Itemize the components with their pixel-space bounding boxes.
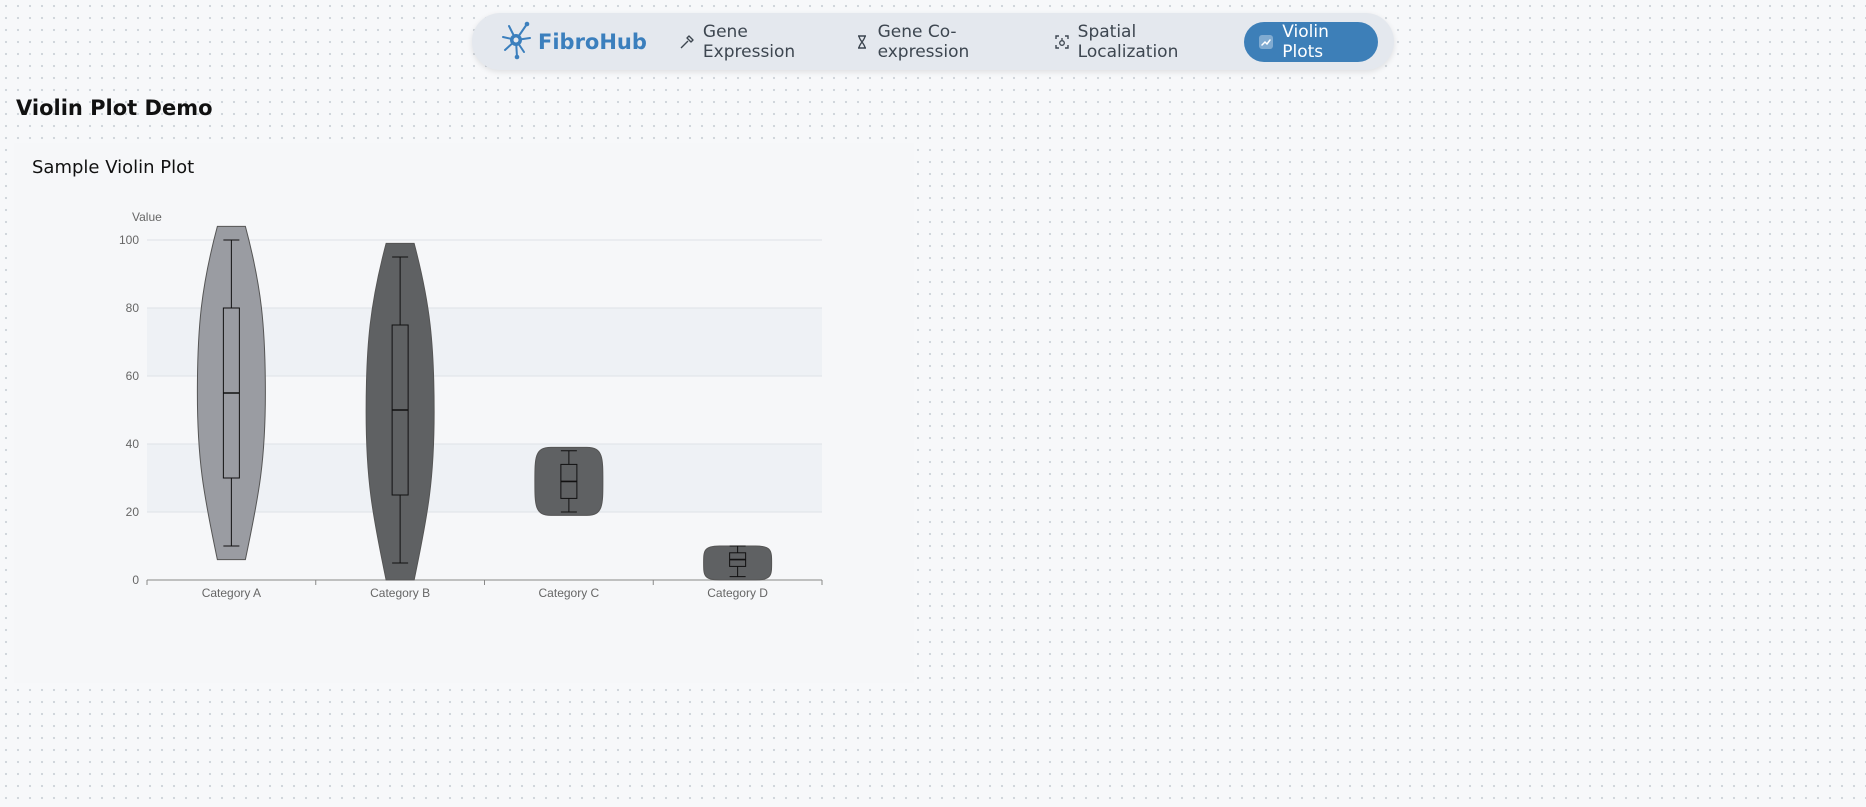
nav-item-label: Violin Plots [1282,21,1329,62]
x-tick-label: Category A [202,586,261,600]
nav-item-label: Gene Co-expression [877,21,970,62]
nav-item-label: Spatial Localization [1077,21,1179,62]
violin-chart: 0 20 40 60 80 100 Value Category A Category B Cat… [119,210,823,600]
top-navigation: FibroHub Gene Expression Gene Co-express… [472,13,1394,70]
nav-item-violin-plots[interactable]: Violin Plots [1244,21,1378,62]
page-title: Violin Plot Demo [16,96,213,120]
chart-icon [1258,34,1274,50]
fibroblast-logo-icon [500,20,534,64]
x-tick-label: Category C [539,586,600,600]
pipette-icon [679,34,695,50]
x-tick-label: Category D [707,586,768,600]
y-tick-label: 40 [126,437,140,451]
brand-logo[interactable]: FibroHub [500,20,647,64]
y-tick-label: 20 [126,505,140,519]
hourglass-icon [854,34,870,50]
nav-item-label: Gene Expression [702,21,796,62]
y-tick-label: 100 [119,233,139,247]
nav-item-spatial-localization[interactable]: Spatial Localization [1042,22,1237,62]
locate-icon [1054,34,1070,50]
nav-item-gene-coexpression[interactable]: Gene Co-expression [842,22,1042,62]
x-tick-label: Category B [370,586,430,600]
y-tick-label: 0 [132,573,139,587]
y-tick-label: 60 [126,369,140,383]
violin-plot-card: Sample Violin Plot 0 20 40 60 80 100 Value Cate… [14,143,914,683]
brand-name: FibroHub [538,29,647,54]
y-axis-label: Value [132,210,162,224]
y-tick-label: 80 [126,301,140,315]
nav-item-gene-expression[interactable]: Gene Expression [667,22,842,62]
